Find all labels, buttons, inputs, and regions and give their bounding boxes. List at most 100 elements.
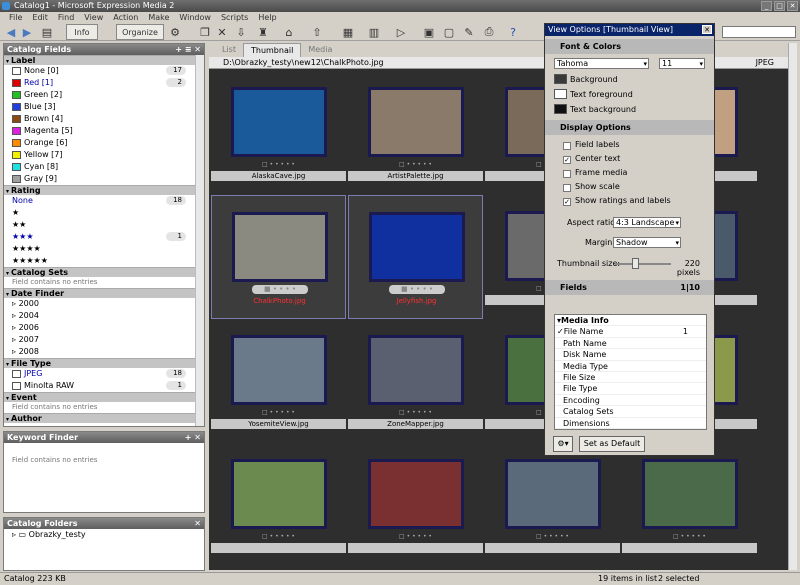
rating-dots[interactable]: □ • • • • • <box>348 533 483 540</box>
display-option[interactable]: Frame media <box>545 166 714 180</box>
field-item[interactable]: Dimensions <box>555 418 706 429</box>
option-checkbox[interactable]: ✓ <box>563 198 571 206</box>
filetype-item[interactable]: Minolta RAW 1 <box>4 380 204 392</box>
date-item[interactable]: ▹ 2007 <box>4 334 204 346</box>
font-size-select[interactable]: 11 <box>659 58 705 69</box>
rating-item[interactable]: ★★★★ <box>4 243 204 255</box>
rating-dots[interactable]: □ • • • • • <box>622 533 757 540</box>
field-item[interactable]: Path Name <box>555 338 706 350</box>
field-item[interactable]: ✓ 1 File Name <box>555 326 706 338</box>
panel-toggle-icon[interactable]: ▤ <box>40 24 54 40</box>
chart-icon[interactable]: ▥ <box>366 24 382 40</box>
gear-icon[interactable]: ⚙ <box>168 24 182 40</box>
option-checkbox[interactable] <box>563 142 571 150</box>
maximize-button[interactable]: □ <box>774 1 785 11</box>
print-preview-icon[interactable]: ▢ <box>442 24 456 40</box>
display-option[interactable]: ✓ Center text <box>545 152 714 166</box>
section-author[interactable]: ▾ Author <box>4 413 204 423</box>
menu-view[interactable]: View <box>79 12 108 23</box>
menu-scripts[interactable]: Scripts <box>216 12 253 23</box>
rating-dots[interactable]: □ • • • • • <box>211 409 346 416</box>
edit-icon[interactable]: ✎ <box>462 24 476 40</box>
section-label[interactable]: ▾ Label <box>4 55 204 65</box>
set-as-default-button[interactable]: Set as Default <box>579 436 645 452</box>
upload-icon[interactable]: ⇧ <box>310 24 324 40</box>
thumbnail-cell[interactable]: □ • • • • • <box>348 443 483 567</box>
label-item[interactable]: Brown [4] <box>4 113 204 125</box>
thumbnail-image[interactable] <box>232 212 328 282</box>
field-item[interactable]: Encoding <box>555 395 706 407</box>
display-option[interactable]: ✓ Show ratings and labels <box>545 194 714 208</box>
tab-thumbnail[interactable]: Thumbnail <box>242 43 302 57</box>
field-item[interactable]: Disk Name <box>555 349 706 361</box>
organize-button[interactable]: Organize <box>116 24 164 40</box>
tab-list[interactable]: List <box>215 43 243 57</box>
scrollbar[interactable] <box>195 55 204 426</box>
rating-dots[interactable]: □ • • • • • <box>485 533 620 540</box>
thumbnail-cell[interactable]: □ • • • • • ArtistPalette.jpg <box>348 71 483 195</box>
section-event[interactable]: ▾ Event <box>4 392 204 402</box>
option-checkbox[interactable] <box>563 184 571 192</box>
rating-item[interactable]: None 18 <box>4 195 204 207</box>
thumbnail-cell[interactable]: □ • • • • • YosemiteView.jpg <box>211 319 346 443</box>
rating-bar[interactable]: ■ • • • • <box>389 285 445 294</box>
folder-item[interactable]: ▹ ▭ Obrazky_testy <box>4 529 204 541</box>
thumbnail-cell[interactable]: ■ • • • • Jellyfish.jpg <box>348 195 483 319</box>
rating-item[interactable]: ★★★ 1 <box>4 231 204 243</box>
rating-bar[interactable]: ■ • • • • <box>252 285 308 294</box>
section-rating[interactable]: ▾ Rating <box>4 185 204 195</box>
menu-action[interactable]: Action <box>108 12 143 23</box>
option-checkbox[interactable]: ✓ <box>563 156 571 164</box>
menu-help[interactable]: Help <box>253 12 281 23</box>
field-item[interactable]: Catalog Sets <box>555 406 706 418</box>
home-icon[interactable]: ⌂ <box>282 24 296 40</box>
search-input[interactable] <box>722 26 796 38</box>
delete-icon[interactable]: ✕ <box>215 24 229 40</box>
filetype-item[interactable]: JPEG 18 <box>4 368 204 380</box>
menu-file[interactable]: File <box>4 12 27 23</box>
thumbnail-cell[interactable]: □ • • • • • <box>485 443 620 567</box>
aspect-ratio-select[interactable]: 4:3 Landscape <box>613 217 681 228</box>
panel-buttons[interactable]: ✕ <box>194 518 201 529</box>
slideshow-icon[interactable]: ▣ <box>422 24 436 40</box>
panel-buttons[interactable]: + ✕ <box>185 432 201 443</box>
date-item[interactable]: ▹ 2000 <box>4 298 204 310</box>
menu-window[interactable]: Window <box>174 12 216 23</box>
date-item[interactable]: ▹ 2008 <box>4 346 204 358</box>
field-item[interactable]: File Size <box>555 372 706 384</box>
label-item[interactable]: Green [2] <box>4 89 204 101</box>
import-icon[interactable]: ⇩ <box>234 24 248 40</box>
thumbnail-cell[interactable]: □ • • • • • <box>622 443 757 567</box>
panel-buttons[interactable]: + ≡ ✕ <box>175 44 201 55</box>
display-option[interactable]: Field labels <box>545 138 714 152</box>
rating-dots[interactable]: □ • • • • • <box>348 409 483 416</box>
thumbnail-image[interactable] <box>368 87 464 157</box>
back-arrow-icon[interactable]: ◀ <box>4 24 18 40</box>
copy-icon[interactable]: ❐ <box>198 24 212 40</box>
rating-item[interactable]: ★★★★★ <box>4 255 204 267</box>
thumbnail-image[interactable] <box>505 459 601 529</box>
date-item[interactable]: ▹ 2006 <box>4 322 204 334</box>
label-item[interactable]: Orange [6] <box>4 137 204 149</box>
thumbnail-image[interactable] <box>642 459 738 529</box>
margin-select[interactable]: Shadow <box>613 237 681 248</box>
section-file-type[interactable]: ▾ File Type <box>4 358 204 368</box>
date-item[interactable]: ▹ 2004 <box>4 310 204 322</box>
thumbnail-image[interactable] <box>368 459 464 529</box>
text-foreground-swatch[interactable] <box>554 89 567 99</box>
field-group-header[interactable]: ▾Media Info <box>555 315 706 327</box>
label-item[interactable]: Magenta [5] <box>4 125 204 137</box>
thumbnail-cell[interactable]: □ • • • • • AlaskaCave.jpg <box>211 71 346 195</box>
text-background-swatch[interactable] <box>554 104 567 114</box>
dialog-close-button[interactable]: ✕ <box>702 25 712 34</box>
background-color-swatch[interactable] <box>554 74 567 84</box>
play-icon[interactable]: ▷ <box>394 24 408 40</box>
help-icon[interactable]: ? <box>506 24 520 40</box>
tab-media[interactable]: Media <box>301 43 339 57</box>
forward-arrow-icon[interactable]: ▶ <box>20 24 34 40</box>
thumbnail-scrollbar[interactable] <box>788 43 797 570</box>
field-item[interactable]: File Type <box>555 383 706 395</box>
print-icon[interactable]: ⎙ <box>482 24 496 40</box>
thumbnail-image[interactable] <box>369 212 465 282</box>
menu-make[interactable]: Make <box>143 12 174 23</box>
